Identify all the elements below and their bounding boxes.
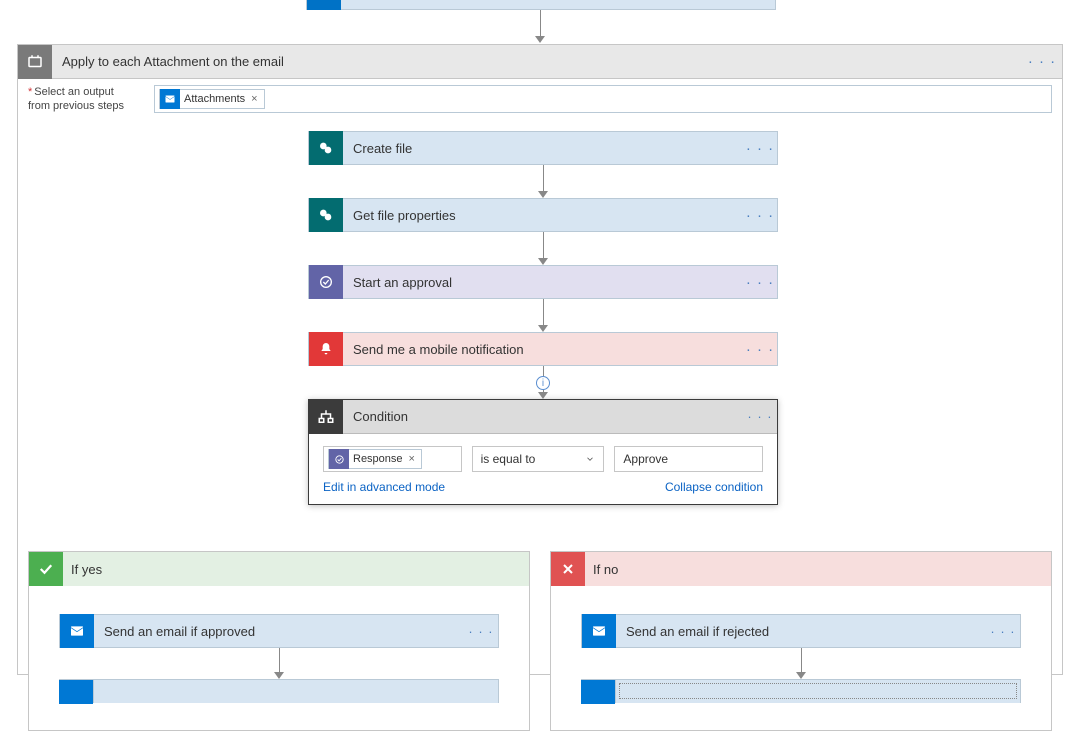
action-send-email-rejected-label: Send an email if rejected xyxy=(616,624,986,639)
token-response-label: Response xyxy=(353,453,403,465)
action-get-file-properties-label: Get file properties xyxy=(343,208,743,223)
branch-if-yes-header[interactable]: If yes xyxy=(29,552,529,586)
action-get-file-properties[interactable]: Get file properties · · · xyxy=(308,198,778,232)
condition-title: Condition xyxy=(343,409,743,424)
condition-rhs-input[interactable]: Approve xyxy=(614,446,763,472)
token-response-remove[interactable]: × xyxy=(409,453,415,465)
branch-if-yes: If yes Send an email if approved · · · xyxy=(28,551,530,731)
condition-operator-select[interactable]: is equal to xyxy=(472,446,605,472)
outlook-icon xyxy=(160,89,180,109)
apply-to-each-header[interactable]: Apply to each Attachment on the email · … xyxy=(18,45,1062,79)
check-icon xyxy=(29,552,63,586)
info-badge: i xyxy=(536,376,550,390)
action-start-approval[interactable]: Start an approval · · · xyxy=(308,265,778,299)
top-action-partial[interactable] xyxy=(306,0,776,10)
outlook-icon xyxy=(582,614,616,648)
chevron-down-icon xyxy=(585,454,595,464)
sharepoint-icon xyxy=(309,198,343,232)
action-create-file[interactable]: Create file · · · xyxy=(308,131,778,165)
condition-rhs-value: Approve xyxy=(623,452,668,466)
loop-icon xyxy=(18,45,52,79)
action-send-notification-label: Send me a mobile notification xyxy=(343,342,743,357)
apply-to-each-container: Apply to each Attachment on the email · … xyxy=(17,44,1063,675)
action-start-approval-label: Start an approval xyxy=(343,275,743,290)
outlook-icon xyxy=(60,614,94,648)
arrow-yes xyxy=(274,648,284,679)
action-send-email-approved[interactable]: Send an email if approved · · · xyxy=(59,614,499,648)
action-create-file-menu[interactable]: · · · xyxy=(743,140,777,157)
condition-menu[interactable]: · · · xyxy=(743,409,777,424)
branch-if-no-header[interactable]: If no xyxy=(551,552,1051,586)
edit-advanced-link[interactable]: Edit in advanced mode xyxy=(323,480,445,494)
condition-icon xyxy=(309,400,343,434)
branch-if-no-title: If no xyxy=(585,562,618,577)
token-response[interactable]: Response × xyxy=(328,449,422,469)
token-attachments-label: Attachments xyxy=(184,93,245,105)
branch-if-yes-title: If yes xyxy=(63,562,102,577)
close-icon xyxy=(551,552,585,586)
action-start-approval-menu[interactable]: · · · xyxy=(743,274,777,291)
bell-icon xyxy=(309,332,343,366)
action-send-notification-menu[interactable]: · · · xyxy=(743,341,777,358)
token-attachments-remove[interactable]: × xyxy=(251,93,257,105)
select-output-input[interactable]: Attachments × xyxy=(154,85,1052,113)
action-send-notification[interactable]: Send me a mobile notification · · · xyxy=(308,332,778,366)
collapse-condition-link[interactable]: Collapse condition xyxy=(665,480,763,494)
apply-to-each-menu[interactable]: · · · xyxy=(1022,53,1062,70)
action-create-file-label: Create file xyxy=(343,141,743,156)
action-send-email-approved-menu[interactable]: · · · xyxy=(464,624,498,639)
arrow-4: i xyxy=(538,366,548,399)
approval-icon xyxy=(309,265,343,299)
action-send-email-rejected[interactable]: Send an email if rejected · · · xyxy=(581,614,1021,648)
condition-card[interactable]: Condition · · · Response × xyxy=(308,399,778,505)
action-get-file-properties-menu[interactable]: · · · xyxy=(743,207,777,224)
action-yes-next-partial[interactable] xyxy=(59,679,499,703)
condition-header[interactable]: Condition · · · xyxy=(309,400,777,434)
apply-to-each-title: Apply to each Attachment on the email xyxy=(52,54,1022,69)
action-send-email-approved-label: Send an email if approved xyxy=(94,624,464,639)
arrow-top xyxy=(535,10,545,43)
arrow-1 xyxy=(538,165,548,198)
condition-operator-value: is equal to xyxy=(481,452,536,466)
arrow-no xyxy=(796,648,806,679)
branch-if-no: If no Send an email if rejected · · · xyxy=(550,551,1052,731)
arrow-2 xyxy=(538,232,548,265)
select-output-label: *Select an output from previous steps xyxy=(28,85,146,113)
select-output-row: *Select an output from previous steps At… xyxy=(28,85,1052,113)
condition-lhs-input[interactable]: Response × xyxy=(323,446,462,472)
sharepoint-icon xyxy=(309,131,343,165)
action-no-next-partial[interactable] xyxy=(581,679,1021,703)
approval-icon xyxy=(329,449,349,469)
arrow-3 xyxy=(538,299,548,332)
token-attachments[interactable]: Attachments × xyxy=(159,89,265,109)
action-send-email-rejected-menu[interactable]: · · · xyxy=(986,624,1020,639)
